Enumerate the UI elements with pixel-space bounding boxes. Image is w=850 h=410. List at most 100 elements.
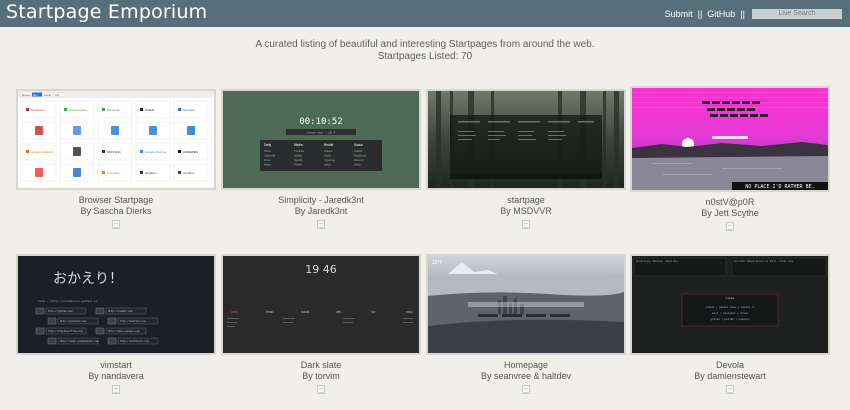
startpage-card: おかえり！ home ~ http://nandavera.github.io … — [16, 254, 216, 394]
card-thumbnail[interactable]: 19°F — [426, 254, 626, 355]
thumb-label: email — [266, 310, 274, 314]
thumb-greeting: Greetings, Devola. Good day. — [636, 259, 680, 263]
card-title[interactable]: vimstart — [16, 360, 216, 371]
startpage-card: 19°F Homepage By seanvree & haltdev — [426, 254, 626, 394]
thumb-tile-label: bitbucket — [183, 108, 195, 112]
thumb-tile-label: Newsroom — [31, 108, 46, 112]
thumb-column-item: Twitch — [294, 163, 302, 167]
thumb-tab: Dev — [33, 94, 38, 97]
card-thumbnail[interactable]: 00:10:52 clear sky - 15 F Daily Inbox Cale… — [221, 89, 421, 190]
startpage-card: startpage By MSDVVR — [426, 89, 626, 229]
thumb-tile-mark — [26, 150, 29, 153]
card-author: By Jett Scythe — [701, 208, 759, 218]
thumb-url: http://stackoverflow.com — [48, 330, 83, 333]
thumb-key — [95, 307, 105, 315]
card-thumbnail[interactable] — [426, 89, 626, 190]
thumb-tile-label: GitHub — [145, 108, 155, 112]
thumb-url: http://github.com — [48, 310, 73, 313]
thumb-key — [35, 327, 45, 335]
card-title[interactable]: startpage — [426, 195, 626, 206]
thumb-url: http://archlinux.org — [120, 340, 149, 343]
thumb-url: http://mail.google.com — [108, 330, 140, 333]
thumb-weather: Current temperature is 21°C. Clear sky. — [734, 259, 795, 263]
card-title[interactable]: Browser Startpage — [16, 195, 216, 206]
startpage-card: 00:10:52 clear sky - 15 F Daily Inbox Cale… — [221, 89, 421, 229]
card-thumbnail[interactable]: NO PLACE I'D RATHER BE. — [630, 86, 830, 192]
card-title[interactable]: Devola — [630, 360, 830, 371]
thumb-key — [107, 337, 117, 345]
thumb-tile-mark — [102, 150, 105, 153]
thumb-tile-mark — [35, 126, 43, 135]
thumb-column-item: Inbox — [264, 149, 271, 153]
thumb-tile-label: Minecraft — [107, 108, 120, 112]
document-icon[interactable] — [317, 385, 325, 394]
thumb-key — [95, 327, 105, 335]
card-thumbnail[interactable]: Greetings, Devola. Good day. Current tem… — [630, 254, 830, 355]
card-title[interactable]: Homepage — [426, 360, 626, 371]
thumb-tile-mark — [35, 168, 43, 177]
document-icon[interactable] — [726, 222, 734, 231]
nav-separator: || — [740, 8, 745, 19]
thumb-temp: 19°F — [432, 260, 443, 266]
thumb-tile-label: Google Chrome — [145, 150, 167, 154]
thumb-tile-mark — [64, 108, 67, 111]
startpage-card: 19 46 work email social dev fun misc Dark sla… — [221, 254, 421, 394]
thumb-tile-label: pingdom — [145, 171, 157, 175]
document-icon[interactable] — [112, 385, 120, 394]
thumb-tile-label: Cloudflare — [107, 171, 121, 175]
startpage-count: Startpages Listed: 70 — [377, 51, 473, 62]
thumb-label: work — [231, 310, 238, 314]
github-link[interactable]: GitHub — [707, 9, 735, 19]
card-title[interactable]: Dark slate — [221, 360, 421, 371]
thumb-column-item: Calendar — [264, 154, 275, 158]
thumb-label: misc — [406, 310, 413, 314]
thumb-column-item: r/news — [324, 149, 333, 153]
thumb-tile-mark — [178, 171, 181, 174]
startpage-card: NO PLACE I'D RATHER BE. n0stV@p0R By Jet… — [630, 86, 830, 231]
thumb-column-item: Youtube — [294, 149, 305, 153]
document-icon[interactable] — [112, 220, 120, 229]
thumb-column-head: Social — [354, 143, 363, 147]
document-icon[interactable] — [317, 220, 325, 229]
thumb-column-item: Slack — [354, 163, 361, 167]
card-author: By torvim — [302, 371, 340, 381]
thumb-column-head: Media — [294, 143, 303, 147]
thumb-column-item: r/pics — [324, 163, 331, 167]
card-thumbnail[interactable]: 19 46 work email social dev fun misc — [221, 254, 421, 355]
startpage-card: Greetings, Devola. Good day. Current tem… — [630, 254, 830, 394]
tagline: A curated listing of beautiful and inter… — [255, 39, 595, 50]
card-author: By nandavera — [88, 371, 144, 381]
thumb-tile-label: stackoverflow — [69, 108, 88, 112]
card-title[interactable]: n0stV@p0R — [630, 197, 830, 208]
site-logo[interactable]: Startpage Emporium — [6, 1, 207, 23]
thumb-label: dev — [336, 310, 342, 314]
card-thumbnail[interactable]: Browse Dev Social Info Newsroom stackover… — [16, 89, 216, 190]
startpage-card: Browse Dev Social Info Newsroom stackover… — [16, 89, 216, 229]
submit-link[interactable]: Submit — [665, 9, 693, 19]
thumb-column-item: Facebook — [354, 154, 367, 158]
nav-separator: || — [697, 8, 703, 19]
thumb-tile-label: CODEPEN — [183, 150, 198, 154]
card-thumbnail[interactable]: おかえり！ home ~ http://nandavera.github.io … — [16, 254, 216, 355]
document-icon[interactable] — [522, 220, 530, 229]
live-search-input[interactable] — [752, 8, 842, 19]
document-icon[interactable] — [522, 385, 530, 394]
thumb-label: fun — [371, 310, 376, 314]
thumb-tile-mark — [140, 171, 143, 174]
thumb-url: http://youtube.com — [60, 320, 86, 323]
document-icon[interactable] — [726, 385, 734, 394]
top-nav: Submit || GitHub || — [665, 0, 850, 27]
thumb-url: http://twitter.com — [120, 320, 146, 323]
card-title[interactable]: Simplicity - Jaredk3nt — [221, 195, 421, 206]
thumb-column-item: Discord — [354, 158, 364, 162]
thumb-tile-mark — [26, 108, 29, 111]
thumb-url: http://news.ycombinator.com — [60, 340, 99, 343]
thumb-column-head: Reddit — [324, 143, 333, 147]
thumb-tile-mark — [111, 126, 119, 135]
intro: A curated listing of beautiful and inter… — [0, 39, 850, 63]
thumb-line: home ~ http://nandavera.github.io — [38, 299, 98, 303]
thumb-label: social — [301, 310, 309, 314]
thumb-tile-mark — [73, 168, 81, 177]
thumb-column-item: Maps — [264, 163, 271, 167]
card-author: By Sascha Dierks — [80, 206, 152, 216]
